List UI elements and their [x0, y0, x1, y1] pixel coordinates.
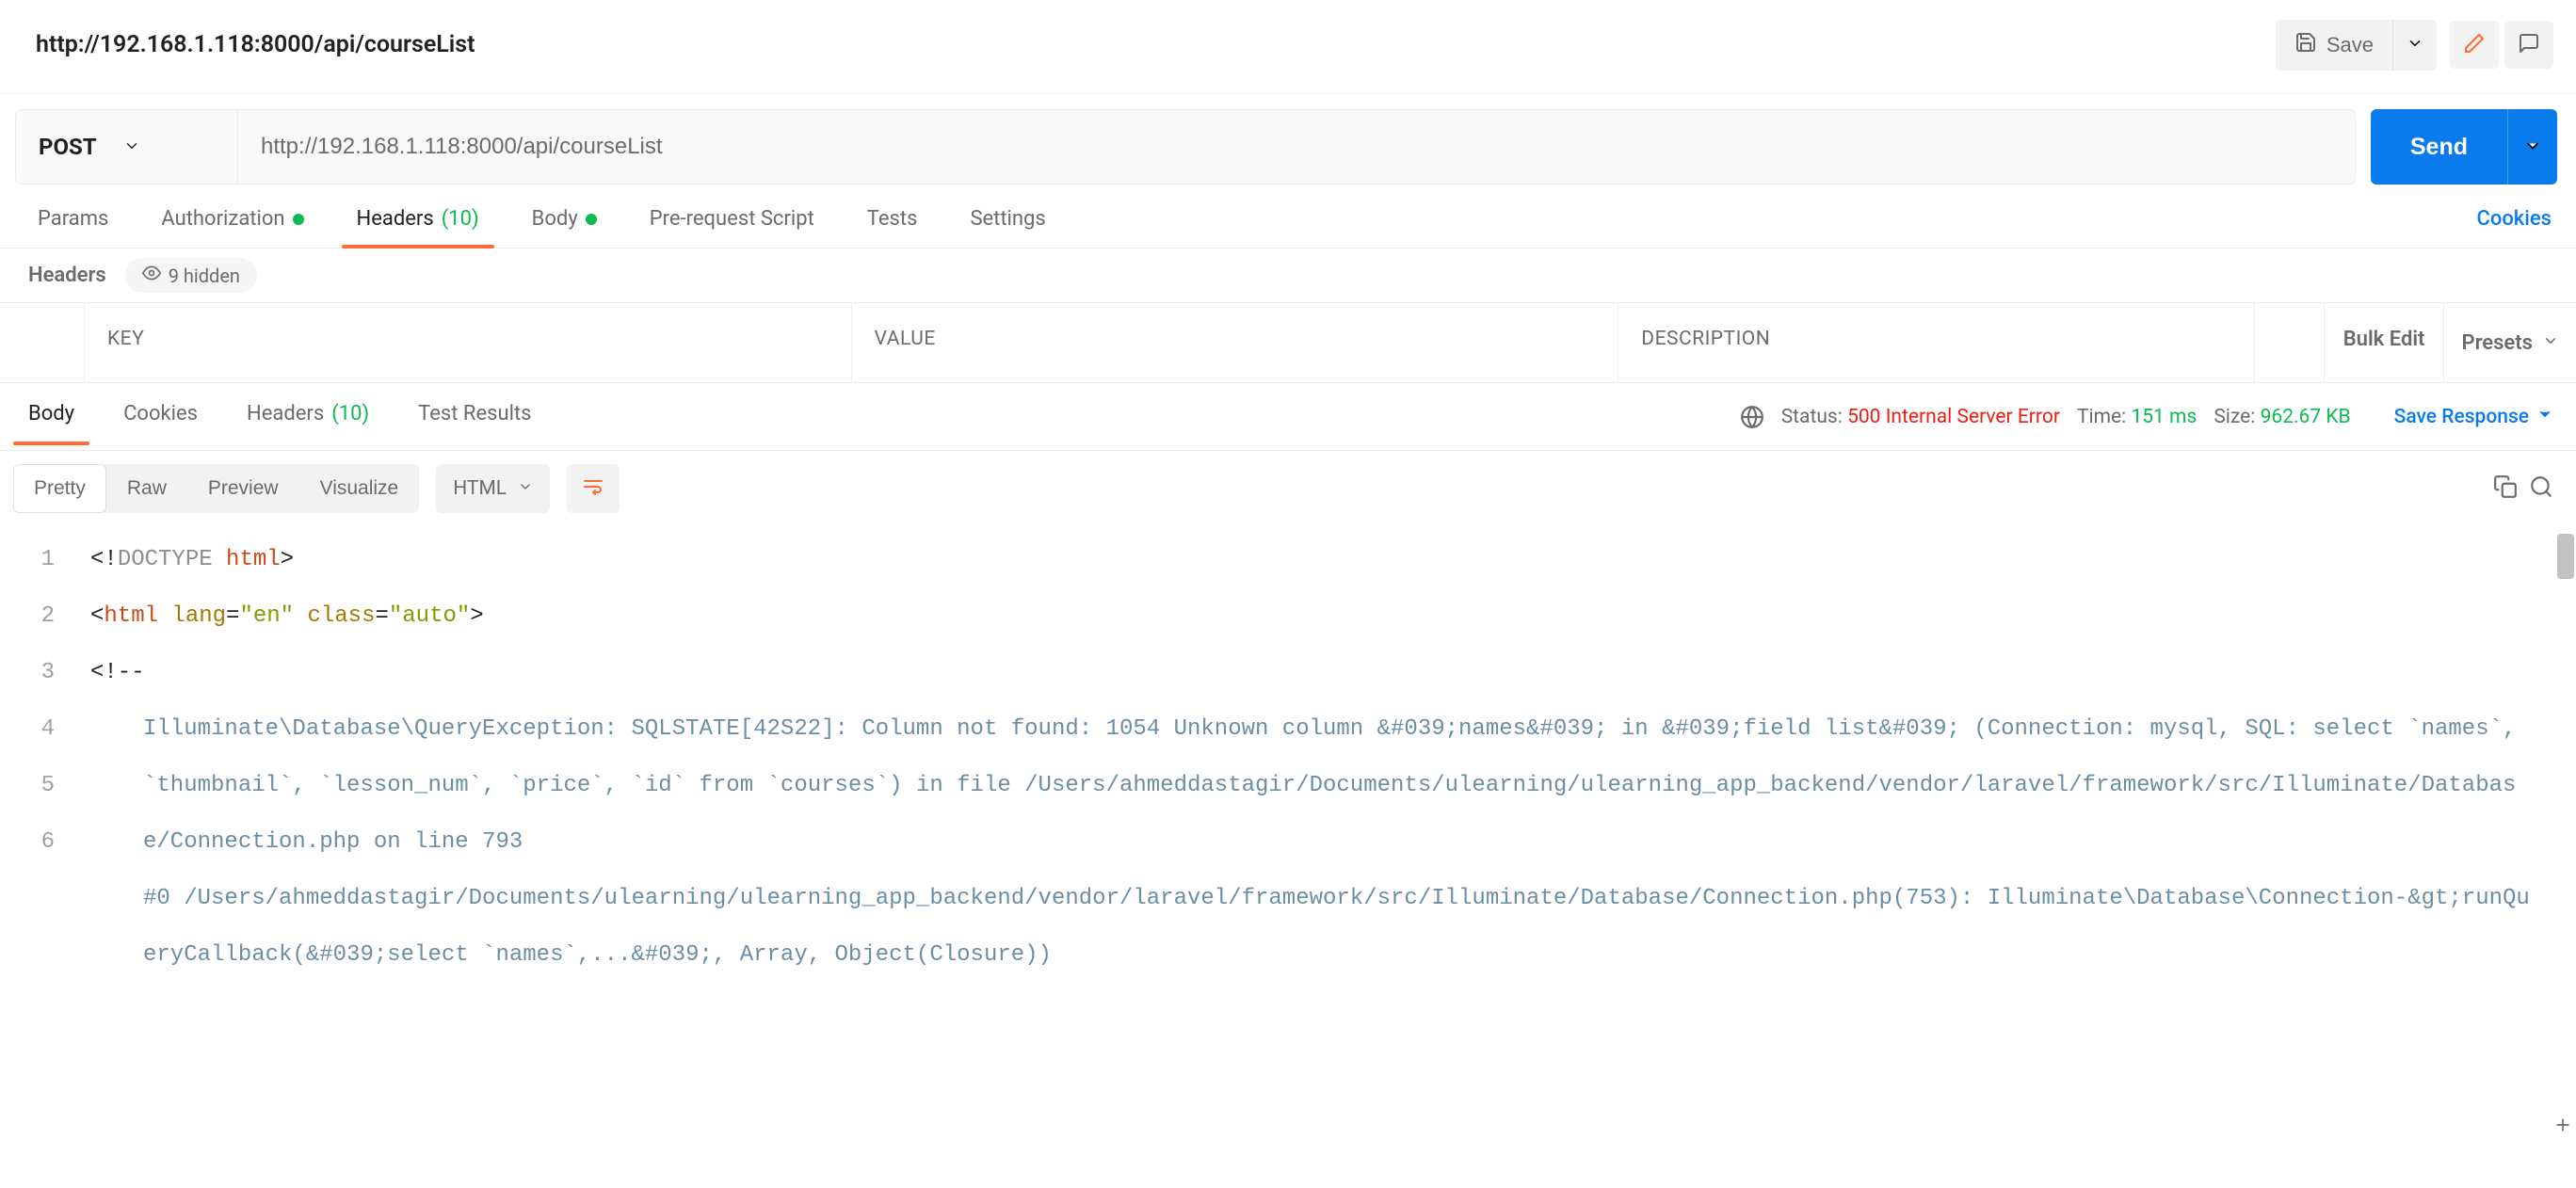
send-button[interactable]: Send	[2371, 109, 2507, 185]
folding-plus-icon[interactable]	[2553, 1116, 2572, 1134]
language-value: HTML	[453, 477, 507, 500]
hidden-headers-toggle[interactable]: 9 hidden	[125, 258, 257, 293]
icon-group	[2450, 21, 2553, 69]
tab-resp-headers[interactable]: Headers (10)	[232, 389, 384, 444]
chevron-down-icon	[2536, 406, 2553, 428]
status-label: Status:	[1781, 406, 1843, 428]
request-tab-title: http://192.168.1.118:8000/api/courseList	[36, 31, 2276, 58]
size-label: Size:	[2214, 406, 2255, 428]
headers-table-header: KEY VALUE DESCRIPTION Bulk Edit Presets	[0, 302, 2576, 383]
presets-label: Presets	[2461, 331, 2533, 355]
copy-button[interactable]	[2493, 474, 2518, 503]
response-actions	[2493, 474, 2553, 503]
language-select[interactable]: HTML	[436, 464, 550, 513]
status-dot-icon	[586, 214, 597, 225]
save-response-button[interactable]: Save Response	[2394, 406, 2553, 428]
tab-count: (10)	[331, 402, 369, 425]
top-actions: Save	[2276, 20, 2553, 71]
chevron-down-icon	[2523, 136, 2542, 158]
top-bar: http://192.168.1.118:8000/api/courseList…	[0, 0, 2576, 94]
save-label: Save	[2326, 33, 2374, 57]
bulk-edit-button[interactable]: Bulk Edit	[2325, 303, 2445, 382]
view-raw-button[interactable]: Raw	[106, 464, 187, 513]
view-preview-button[interactable]: Preview	[187, 464, 299, 513]
response-meta: Status: 500 Internal Server Error Time: …	[1740, 405, 2553, 429]
tab-prerequest[interactable]: Pre-request Script	[635, 196, 829, 248]
tab-label: Body	[532, 207, 578, 231]
comment-icon	[2518, 32, 2540, 57]
edit-button[interactable]	[2450, 21, 2499, 69]
send-group: Send	[2371, 109, 2557, 185]
hidden-label: 9 hidden	[169, 265, 240, 287]
headers-label: Headers	[28, 264, 106, 287]
pencil-icon	[2463, 32, 2486, 57]
code-lines: <!DOCTYPE html><html lang="en" class="au…	[90, 532, 2576, 1119]
line-gutter: 123456	[0, 532, 90, 1119]
tab-settings[interactable]: Settings	[955, 196, 1060, 248]
send-dropdown[interactable]	[2507, 109, 2557, 185]
chevron-down-icon	[2407, 35, 2423, 55]
save-group: Save	[2276, 20, 2437, 71]
save-dropdown[interactable]	[2392, 20, 2437, 71]
comment-button[interactable]	[2504, 21, 2553, 69]
status-text: Internal Server Error	[1886, 406, 2060, 428]
request-tabs: Params Authorization Headers (10) Body P…	[0, 196, 2576, 249]
scrollbar-thumb[interactable]	[2557, 534, 2574, 579]
tab-label: Headers	[247, 402, 324, 425]
tab-resp-test-results[interactable]: Test Results	[403, 389, 546, 444]
method-select[interactable]: POST	[16, 110, 238, 184]
tab-label: Headers	[357, 207, 434, 231]
col-key: KEY	[85, 303, 852, 382]
tab-headers[interactable]: Headers (10)	[342, 196, 494, 248]
tab-resp-body[interactable]: Body	[13, 389, 89, 444]
wrap-lines-button[interactable]	[567, 464, 620, 513]
method-value: POST	[39, 134, 97, 160]
tab-label: Authorization	[161, 207, 284, 231]
chevron-down-icon	[123, 134, 140, 160]
presets-button[interactable]: Presets	[2444, 303, 2576, 382]
view-mode-segment: Pretty Raw Preview Visualize	[13, 464, 419, 513]
col-value: VALUE	[852, 303, 1619, 382]
tab-count: (10)	[442, 207, 479, 231]
chevron-down-icon	[518, 477, 533, 500]
view-pretty-button[interactable]: Pretty	[13, 464, 106, 513]
url-input[interactable]	[238, 110, 2355, 184]
save-response-label: Save Response	[2394, 406, 2529, 428]
cookies-link[interactable]: Cookies	[2474, 196, 2553, 248]
eye-icon	[142, 264, 161, 287]
tab-tests[interactable]: Tests	[852, 196, 933, 248]
view-visualize-button[interactable]: Visualize	[299, 464, 420, 513]
tab-params[interactable]: Params	[23, 196, 123, 248]
time-value: 151 ms	[2131, 406, 2197, 428]
url-row: POST Send	[0, 94, 2576, 196]
tab-resp-cookies[interactable]: Cookies	[108, 389, 213, 444]
wrap-icon	[582, 475, 604, 502]
time-label: Time:	[2077, 406, 2126, 428]
tab-authorization[interactable]: Authorization	[146, 196, 318, 248]
method-url-group: POST	[15, 109, 2356, 185]
response-view-row: Pretty Raw Preview Visualize HTML	[0, 451, 2576, 526]
save-icon	[2294, 31, 2317, 59]
response-tabs: Body Cookies Headers (10) Test Results S…	[0, 383, 2576, 451]
status-code: 500	[1847, 406, 1880, 428]
col-checkbox	[0, 303, 85, 382]
tab-body[interactable]: Body	[517, 196, 612, 248]
size-value: 962.67 KB	[2261, 406, 2351, 428]
save-button[interactable]: Save	[2276, 20, 2392, 71]
search-response-button[interactable]	[2529, 474, 2553, 503]
chevron-down-icon	[2542, 331, 2559, 355]
headers-subheader: Headers 9 hidden	[0, 249, 2576, 302]
response-body-code[interactable]: 123456 <!DOCTYPE html><html lang="en" cl…	[0, 526, 2576, 1138]
globe-icon[interactable]	[1740, 405, 1764, 429]
col-description: DESCRIPTION	[1618, 303, 2254, 382]
more-options-button[interactable]	[2255, 303, 2325, 382]
status-dot-icon	[293, 214, 304, 225]
